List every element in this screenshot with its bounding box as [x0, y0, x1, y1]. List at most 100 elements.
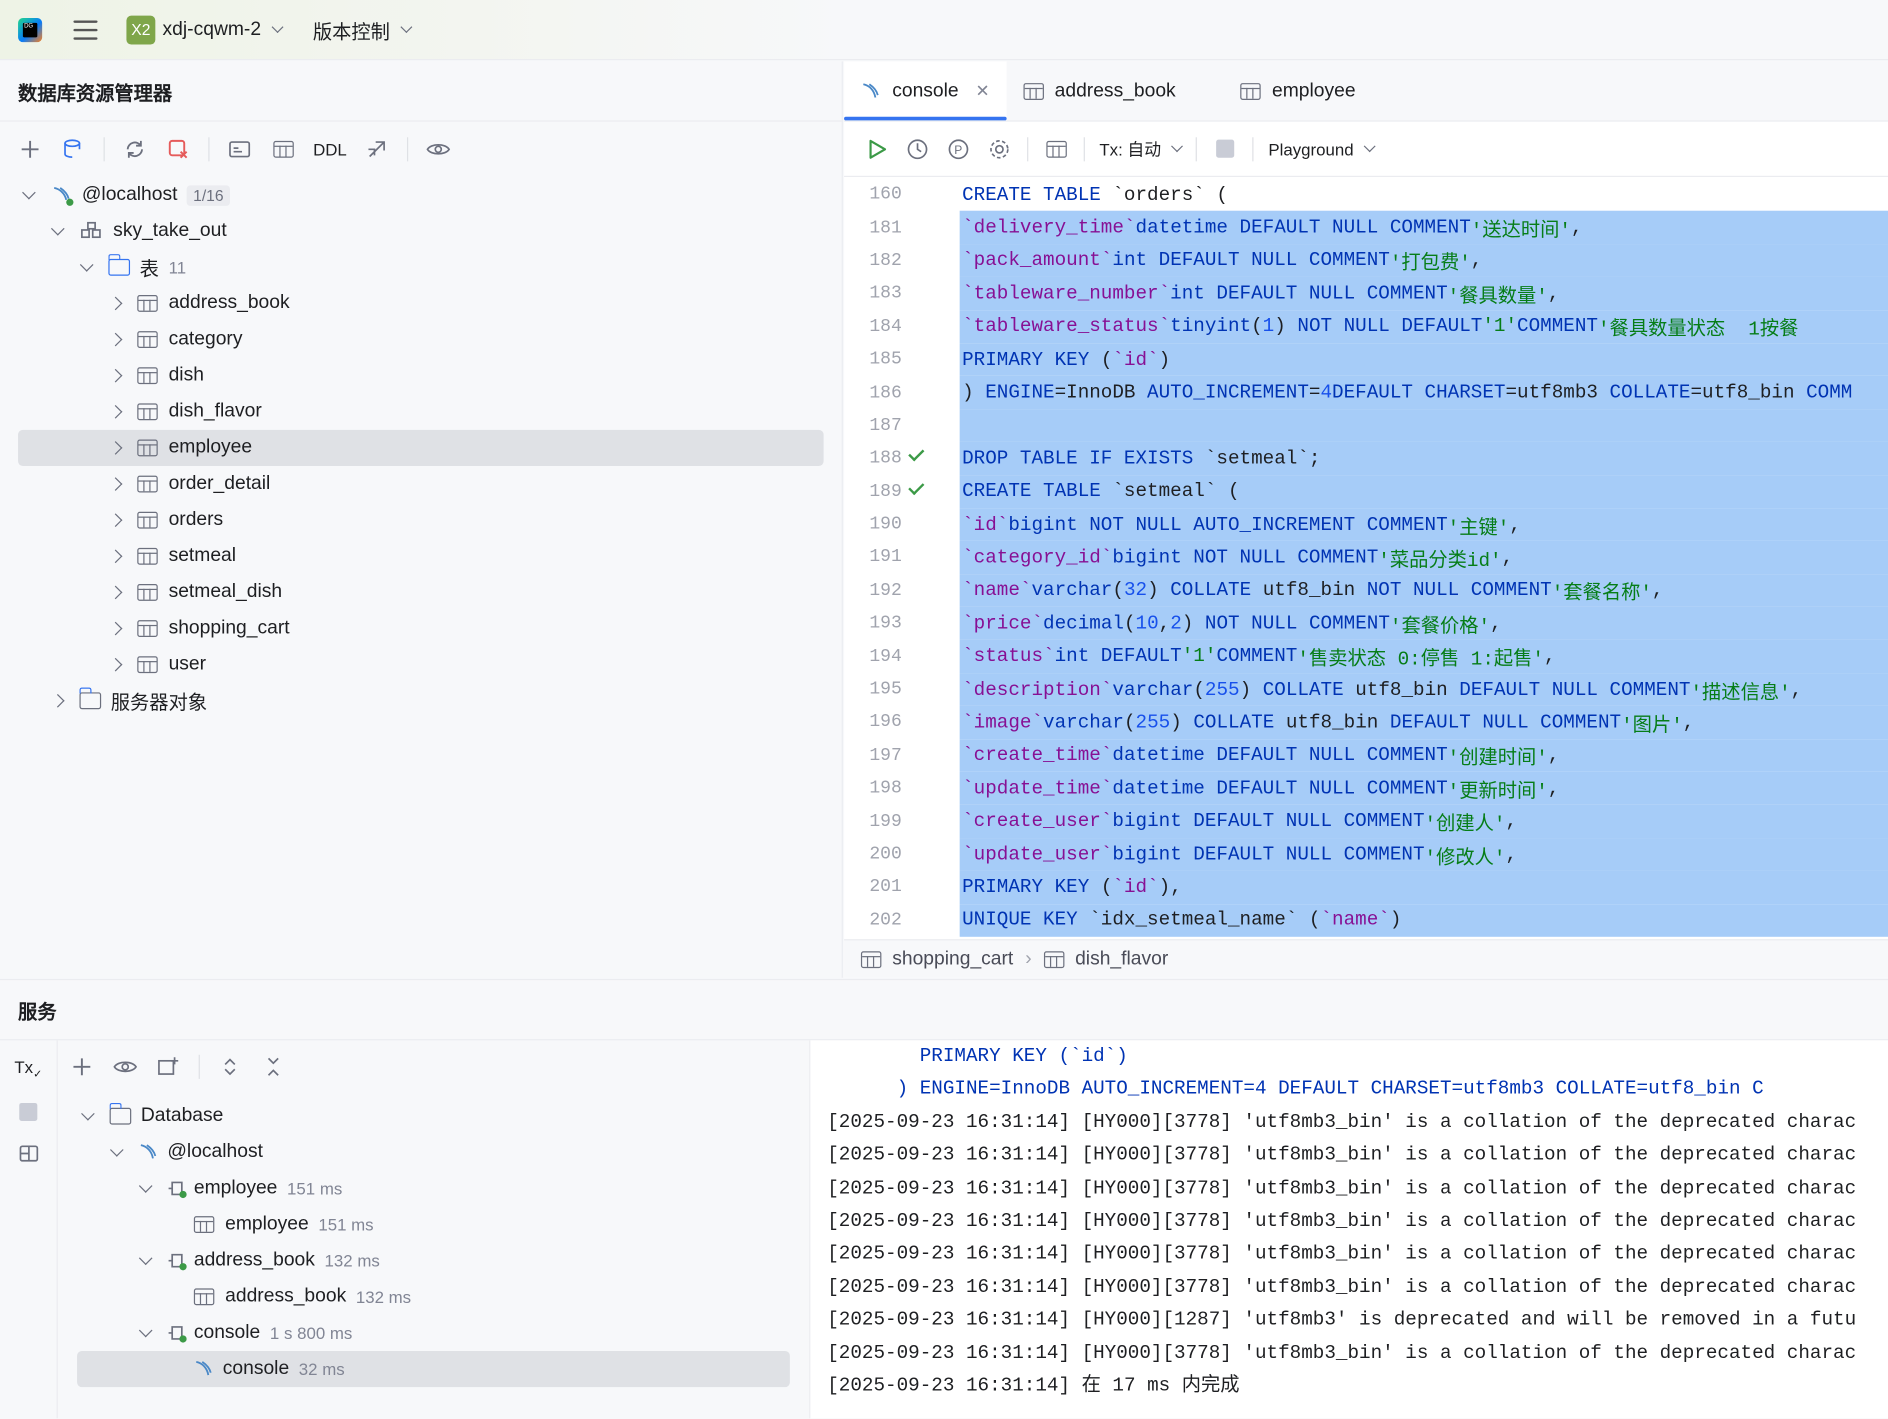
collapse-all-icon[interactable] — [260, 1054, 286, 1080]
vcs-menu[interactable]: 版本控制 — [313, 15, 413, 44]
code-line[interactable]: 192 `name` varchar(32) COLLATE utf8_bin … — [844, 573, 1888, 607]
tree-node-database[interactable]: Database — [59, 1098, 808, 1134]
code-line[interactable]: 182 `pack_amount` int DEFAULT NULL COMME… — [844, 244, 1888, 278]
code-line[interactable]: 191 `category_id` bigint NOT NULL COMMEN… — [844, 540, 1888, 574]
code-line[interactable]: 188 DROP TABLE IF EXISTS `setmeal`; — [844, 442, 1888, 476]
chevron-down-icon[interactable] — [50, 221, 65, 236]
code-line[interactable]: 160 CREATE TABLE `orders` ( — [844, 178, 1888, 211]
tab-employee[interactable]: employee — [1224, 61, 1373, 120]
chevron-right-icon[interactable] — [108, 296, 123, 311]
close-icon[interactable]: ✕ — [976, 81, 990, 101]
console-icon[interactable] — [226, 136, 252, 162]
code-line[interactable]: 190 `id` bigint NOT NULL AUTO_INCREMENT … — [844, 508, 1888, 541]
session-node[interactable]: employee 151 ms — [59, 1170, 808, 1206]
session-node[interactable]: address_book 132 ms — [59, 1243, 808, 1279]
view-options-icon[interactable] — [112, 1054, 138, 1080]
code-line[interactable]: 200 `update_user` bigint DEFAULT NULL CO… — [844, 837, 1888, 871]
table-view-icon[interactable] — [270, 136, 296, 162]
table-item[interactable]: setmeal — [0, 538, 842, 574]
tx-button[interactable]: Tx✓ — [14, 1057, 42, 1081]
project-selector[interactable]: X2 xdj-cqwm-2 — [126, 15, 284, 44]
chevron-right-icon[interactable] — [108, 513, 123, 527]
table-item[interactable]: setmeal_dish — [0, 574, 842, 610]
table-item[interactable]: dish — [0, 358, 842, 394]
session-child-node[interactable]: console 32 ms — [77, 1351, 790, 1388]
ddl-button[interactable]: DDL — [313, 140, 347, 159]
run-icon[interactable] — [863, 135, 889, 161]
refresh-icon[interactable] — [122, 136, 148, 162]
disconnect-icon[interactable] — [165, 136, 191, 162]
chevron-right-icon[interactable] — [108, 549, 123, 564]
chevron-down-icon[interactable] — [22, 185, 36, 200]
code-area[interactable]: 160 CREATE TABLE `orders` (181 `delivery_… — [844, 178, 1888, 939]
app-logo-icon[interactable]: DG — [18, 17, 43, 42]
session-child-node[interactable]: employee 151 ms — [59, 1207, 808, 1243]
table-item[interactable]: employee — [18, 429, 824, 466]
tree-node-schema[interactable]: sky_take_out — [0, 213, 842, 249]
table-item[interactable]: dish_flavor — [0, 394, 842, 430]
chevron-down-icon[interactable] — [138, 1251, 153, 1266]
tx-mode-dropdown[interactable]: Tx: 自动 — [1099, 137, 1184, 161]
chevron-right-icon[interactable] — [108, 585, 123, 600]
view-options-icon[interactable] — [425, 136, 451, 162]
stop-icon[interactable] — [19, 1102, 38, 1121]
tab-address-book[interactable]: address_book — [1006, 61, 1223, 120]
jump-icon[interactable] — [364, 136, 390, 162]
new-session-icon[interactable] — [155, 1054, 181, 1080]
session-node[interactable]: console 1 s 800 ms — [59, 1315, 808, 1351]
tree-node-server-objects[interactable]: 服务器对象 — [0, 683, 842, 719]
chevron-right-icon[interactable] — [50, 693, 65, 708]
settings-gear-icon[interactable] — [986, 135, 1012, 161]
chevron-right-icon[interactable] — [108, 404, 123, 419]
chevron-down-icon[interactable] — [79, 258, 94, 272]
code-line[interactable]: 197 `create_time` datetime DEFAULT NULL … — [844, 738, 1888, 772]
breadcrumb-item[interactable]: shopping_cart — [892, 948, 1013, 970]
table-item[interactable]: user — [0, 647, 842, 683]
console-output[interactable]: PRIMARY KEY (`id`) ) ENGINE=InnoDB AUTO_… — [809, 1040, 1888, 1419]
tree-node-host[interactable]: @localhost — [59, 1134, 808, 1170]
layout-icon[interactable] — [17, 1142, 39, 1167]
table-item[interactable]: orders — [0, 502, 842, 538]
code-line[interactable]: 198 `update_time` datetime DEFAULT NULL … — [844, 771, 1888, 805]
chevron-right-icon[interactable] — [108, 368, 123, 383]
chevron-down-icon[interactable] — [138, 1323, 153, 1338]
stop-icon[interactable] — [1212, 135, 1238, 161]
data-source-properties-icon[interactable] — [60, 136, 86, 162]
code-line[interactable]: 201 PRIMARY KEY (`id`), — [844, 870, 1888, 904]
tree-node-tables-folder[interactable]: 表 11 — [0, 249, 842, 285]
tab-console[interactable]: console ✕ — [844, 61, 1007, 121]
code-line[interactable]: 202 UNIQUE KEY `idx_setmeal_name` (`name… — [844, 903, 1888, 937]
chevron-down-icon[interactable] — [81, 1106, 95, 1121]
table-item[interactable]: shopping_cart — [0, 610, 842, 646]
breadcrumb-item[interactable]: dish_flavor — [1075, 948, 1168, 970]
code-line[interactable]: 194 `status` int DEFAULT '1' COMMENT '售卖… — [844, 639, 1888, 673]
history-icon[interactable] — [904, 135, 930, 161]
chevron-right-icon[interactable] — [108, 657, 123, 672]
code-line[interactable]: 193 `price` decimal(10, 2) NOT NULL COMME… — [844, 606, 1888, 640]
chevron-down-icon[interactable] — [138, 1179, 153, 1193]
code-line[interactable]: 189 CREATE TABLE `setmeal` ( — [844, 475, 1888, 509]
table-item[interactable]: address_book — [0, 285, 842, 321]
code-line[interactable]: 186) ENGINE =InnoDB AUTO_INCREMENT = 4 DEFA… — [844, 376, 1888, 410]
chevron-down-icon[interactable] — [109, 1143, 124, 1157]
chevron-right-icon[interactable] — [108, 441, 123, 455]
code-line[interactable]: 187 — [844, 409, 1888, 443]
table-item[interactable]: category — [0, 321, 842, 357]
chevron-right-icon[interactable] — [108, 621, 123, 636]
code-line[interactable]: 196 `image` varchar(255) COLLATE utf8_bi… — [844, 705, 1888, 739]
table-item[interactable]: order_detail — [0, 466, 842, 502]
chevron-right-icon[interactable] — [108, 477, 123, 491]
chevron-right-icon[interactable] — [108, 332, 123, 347]
code-line[interactable]: 184 `tableware_status` tinyint(1) NOT NU… — [844, 310, 1888, 344]
code-line[interactable]: 183 `tableware_number` int DEFAULT NULL … — [844, 277, 1888, 311]
tree-node-host[interactable]: @localhost 1/16 — [0, 177, 842, 213]
expand-all-icon[interactable] — [217, 1054, 243, 1080]
code-line[interactable]: 181 `delivery_time` datetime DEFAULT NUL… — [844, 211, 1888, 245]
code-line[interactable]: 195 `description` varchar(255) COLLATE u… — [844, 672, 1888, 706]
code-line[interactable]: 199 `create_user` bigint DEFAULT NULL CO… — [844, 804, 1888, 838]
add-icon[interactable] — [69, 1054, 95, 1080]
session-child-node[interactable]: address_book 132 ms — [59, 1279, 808, 1315]
result-table-icon[interactable] — [1043, 135, 1069, 161]
playground-dropdown[interactable]: Playground — [1268, 139, 1376, 158]
parameters-icon[interactable]: P — [945, 135, 971, 161]
